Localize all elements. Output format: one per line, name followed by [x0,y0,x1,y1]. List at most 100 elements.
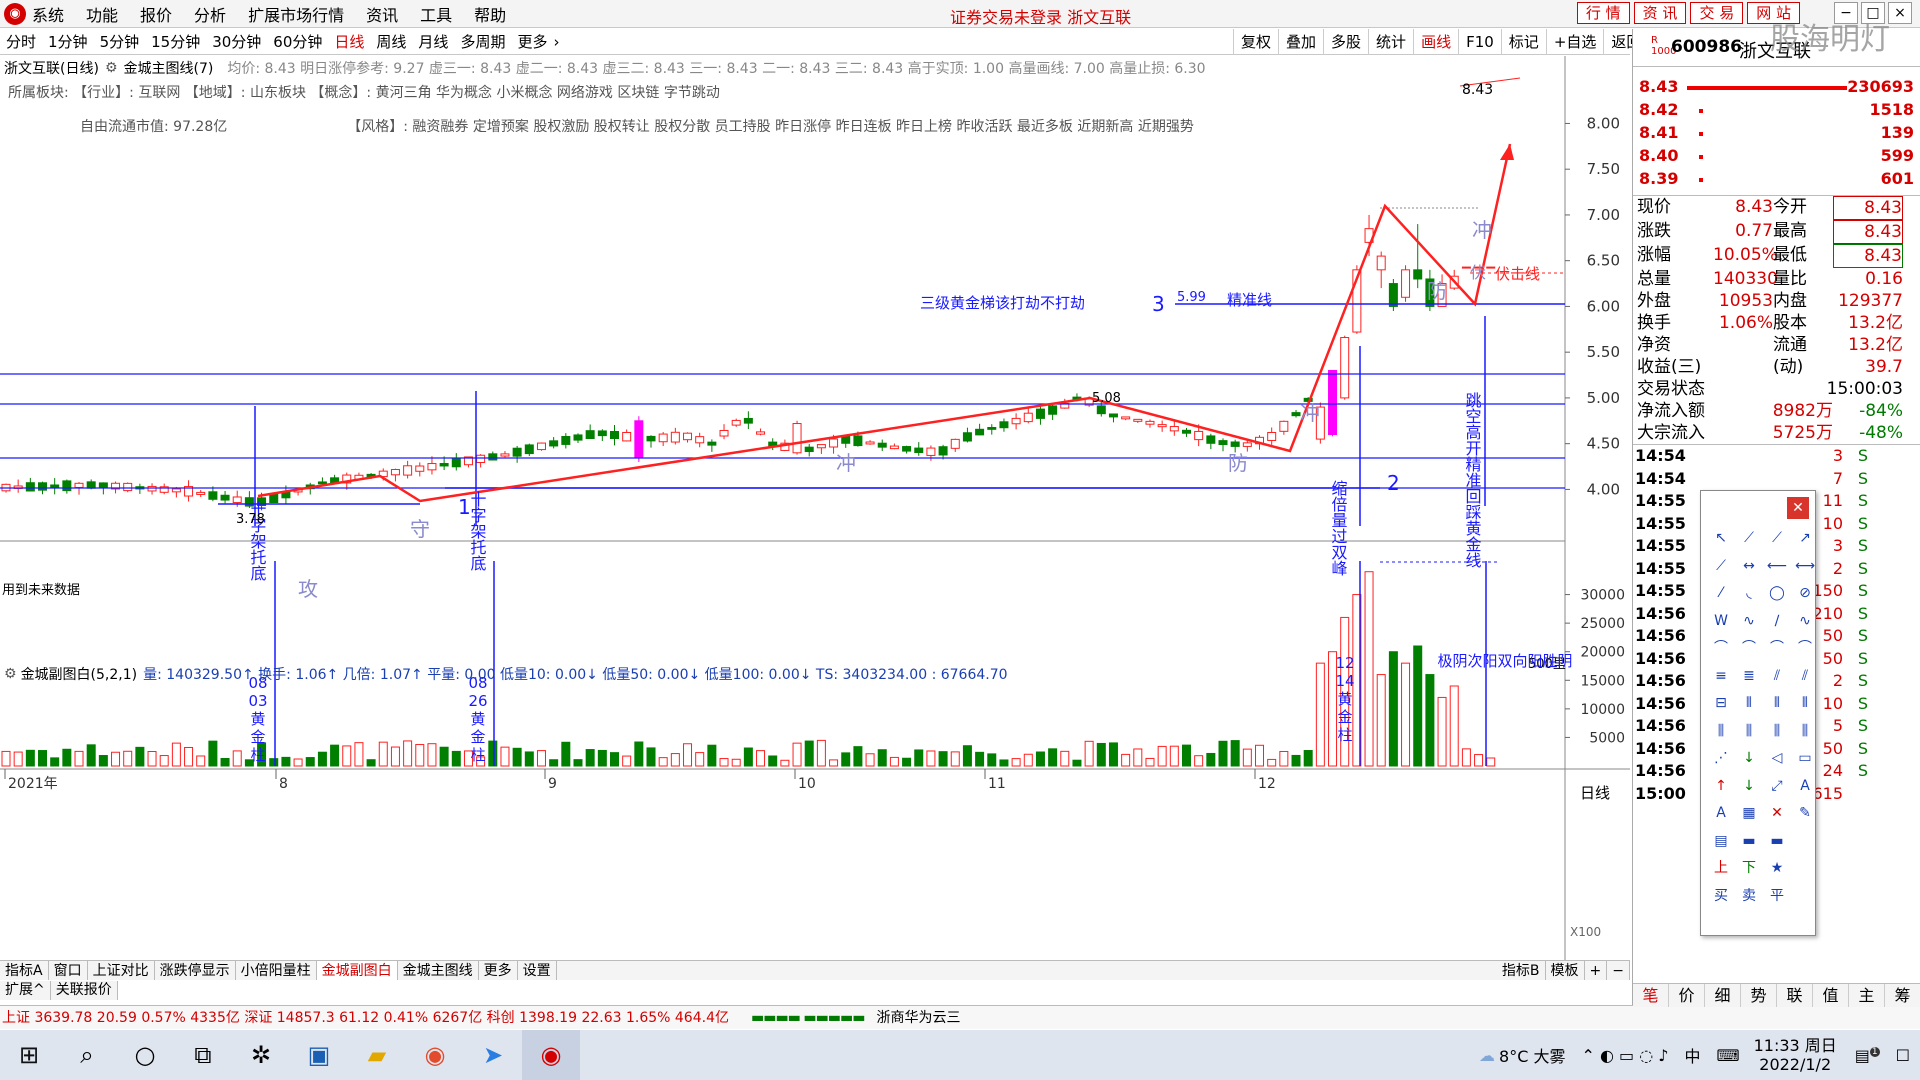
feishu-icon[interactable]: ➤ [464,1030,522,1080]
draw-tool-icon[interactable]: ▬ [1763,828,1791,856]
quote-tab[interactable]: 值 [1813,984,1849,1007]
menu-analysis[interactable]: 分析 [194,2,226,26]
settings-icon[interactable]: ⚙ [4,666,17,682]
book-row[interactable]: 8.39 601 [1633,167,1920,190]
quote-tab[interactable]: 联 [1777,984,1813,1007]
draw-tool-icon[interactable]: ▬ [1735,828,1763,856]
news-scroll[interactable]: 浙商华为云三 [876,1006,960,1030]
cortana-icon[interactable]: ○ [116,1030,174,1080]
quote-tab[interactable]: 细 [1705,984,1741,1007]
btn-add-fav[interactable]: +自选 [1545,29,1604,55]
menu-info[interactable]: 资讯 [366,2,398,26]
draw-tool-icon[interactable]: ↗ [1791,525,1819,553]
draw-tool-icon[interactable]: ◟ [1735,580,1763,608]
store-icon[interactable]: ▣ [290,1030,348,1080]
tab-window[interactable]: 窗口 [49,961,88,980]
draw-tool-icon[interactable]: ⟋ [1763,525,1791,553]
menu-function[interactable]: 功能 [86,2,118,26]
quote-tab[interactable]: 势 [1741,984,1777,1007]
draw-tool-icon[interactable]: ★ [1763,855,1791,883]
draw-tool-icon[interactable]: ⫼ [1735,718,1763,746]
draw-tool-icon[interactable]: ↔ [1735,553,1763,581]
weather-text[interactable]: 8°C 大雾 [1499,1043,1565,1067]
period-60m[interactable]: 60分钟 [273,31,322,52]
draw-tool-icon[interactable]: ⟵ [1763,553,1791,581]
period-day[interactable]: 日线 [334,31,364,52]
btn-overlay[interactable]: 叠加 [1278,29,1323,55]
draw-tool-icon[interactable]: ⌒ [1735,635,1763,663]
book-row[interactable]: 8.40 599 [1633,144,1920,167]
draw-tool-icon[interactable]: ⌒ [1707,635,1735,663]
draw-tool-icon[interactable]: ⫴ [1791,690,1819,718]
folder-icon[interactable]: ▰ [348,1030,406,1080]
stock-app-icon[interactable]: ◉ [522,1030,580,1080]
tray-icons[interactable]: ⌃ ◐ ▭ ◌ ♪ [1581,1046,1668,1065]
quote-tab[interactable]: 笔 [1633,984,1669,1007]
draw-tool-icon[interactable]: ⟋ [1735,525,1763,553]
draw-tool-icon[interactable]: ◯ [1763,580,1791,608]
btn-multi[interactable]: 多股 [1323,29,1368,55]
draw-tool-icon[interactable]: ⟋ [1707,553,1735,581]
draw-tool-icon[interactable]: ⋰ [1707,745,1735,773]
sub-indicator-name[interactable]: 金城副图白(5,2,1) [21,664,138,684]
period-multi[interactable]: 多周期 [460,31,505,52]
tab-jc-main[interactable]: 金城主图线 [398,961,479,980]
quote-tab[interactable]: 筹 [1885,984,1920,1007]
tab-indicator-a[interactable]: 指标A [0,961,49,980]
draw-tool-icon[interactable]: ⫽ [1791,663,1819,691]
btn-fuquan[interactable]: 复权 [1233,29,1278,55]
draw-tool-icon[interactable]: ⫴ [1735,690,1763,718]
draw-tool-icon[interactable]: ◁ [1763,745,1791,773]
task-view-icon[interactable]: ⧉ [174,1030,232,1080]
ime-indicator[interactable]: 中 [1684,1043,1700,1067]
menu-ext-market[interactable]: 扩展市场行情 [248,2,344,26]
period-more[interactable]: 更多 [517,31,547,52]
btn-draw[interactable]: 画线 [1413,29,1458,55]
tab-jc-sub[interactable]: 金城副图白 [316,961,398,980]
book-row[interactable]: 8.41 139 [1633,121,1920,144]
top-btn-news[interactable]: 资 讯 [1633,2,1687,24]
tab-sh-compare[interactable]: 上证对比 [88,961,155,980]
draw-tool-icon[interactable] [1791,828,1819,856]
clock[interactable]: 11:33 周日 2022/1/2 [1754,1036,1837,1074]
close-button[interactable]: × [1888,2,1912,24]
period-week[interactable]: 周线 [376,31,406,52]
draw-tool-icon[interactable]: ⊟ [1707,690,1735,718]
browser-icon[interactable]: ◉ [406,1030,464,1080]
draw-tool-icon[interactable]: ⤢ [1763,773,1791,801]
draw-tool-panel[interactable]: ✕ ↖ ⟋ ⟋ ↗ ⟋ ↔ ⟵ ⟷ ⁄ ◟ ◯ ⊘ W ∿ ∕ ∿ ⌒ ⌒ ⌒ ⌒ ≡ ≣ ⫽ ⫽ ⊟ ⫴ ⫴ ⫴ ⫼ ⫼ ⫼ ⫼ ⋰ ↓ ◁ ▭ ↑ ↓… [1700,490,1816,936]
draw-tool-icon[interactable] [1791,855,1819,883]
draw-tool-icon[interactable]: ⫽ [1763,663,1791,691]
top-btn-trade[interactable]: 交 易 [1690,2,1744,24]
notification-icon[interactable]: ▤ 1 [1855,1046,1880,1065]
close-icon[interactable]: ✕ [1787,497,1809,519]
book-row[interactable]: 8.43 230693 [1633,75,1920,98]
quote-tab[interactable]: 价 [1669,984,1705,1007]
tab-template[interactable]: 模板 [1546,961,1585,980]
draw-tool-icon[interactable]: ↖ [1707,525,1735,553]
draw-tool-icon[interactable]: ≡ [1707,663,1735,691]
draw-tool-icon[interactable]: ↓ [1735,745,1763,773]
top-btn-market[interactable]: 行 情 [1576,2,1630,24]
chevron-right-icon[interactable]: › [553,33,559,51]
zoom-in-button[interactable]: + [1585,961,1608,980]
draw-tool-icon[interactable]: ⊘ [1791,580,1819,608]
btn-mark[interactable]: 标记 [1500,29,1546,55]
draw-tool-icon[interactable]: W [1707,608,1735,636]
book-row[interactable]: 8.42 1518 [1633,98,1920,121]
draw-tool-icon[interactable]: ⫼ [1707,718,1735,746]
draw-tool-icon[interactable]: ⁄ [1707,580,1735,608]
draw-tool-icon[interactable]: A [1791,773,1819,801]
draw-tool-icon[interactable]: 卖 [1735,883,1763,911]
tab-settings[interactable]: 设置 [518,961,557,980]
search-icon[interactable]: ⌕ [58,1030,116,1080]
draw-tool-icon[interactable]: ∕ [1763,608,1791,636]
menu-help[interactable]: 帮助 [474,2,506,26]
menu-quote[interactable]: 报价 [140,2,172,26]
draw-tool-icon[interactable]: ∿ [1735,608,1763,636]
period-15m[interactable]: 15分钟 [151,31,200,52]
draw-tool-icon[interactable]: ✎ [1791,800,1819,828]
draw-tool-icon[interactable]: 下 [1735,855,1763,883]
draw-tool-icon[interactable]: ▭ [1791,745,1819,773]
draw-tool-icon[interactable]: ⌒ [1791,635,1819,663]
